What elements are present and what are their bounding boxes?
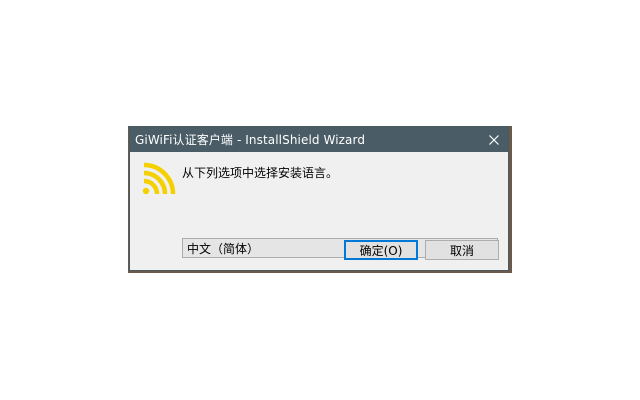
close-icon — [489, 134, 499, 145]
close-button[interactable] — [480, 127, 508, 152]
cancel-button[interactable]: 取消 — [425, 240, 499, 260]
installshield-dialog: GiWiFi认证客户端 - InstallShield Wizard 从下列选项… — [129, 126, 509, 271]
window-title: GiWiFi认证客户端 - InstallShield Wizard — [135, 133, 366, 147]
title-bar[interactable]: GiWiFi认证客户端 - InstallShield Wizard — [130, 127, 508, 152]
wifi-signal-icon — [142, 162, 176, 196]
ok-button[interactable]: 确定(O) — [344, 240, 418, 260]
language-prompt: 从下列选项中选择安装语言。 — [182, 166, 339, 180]
